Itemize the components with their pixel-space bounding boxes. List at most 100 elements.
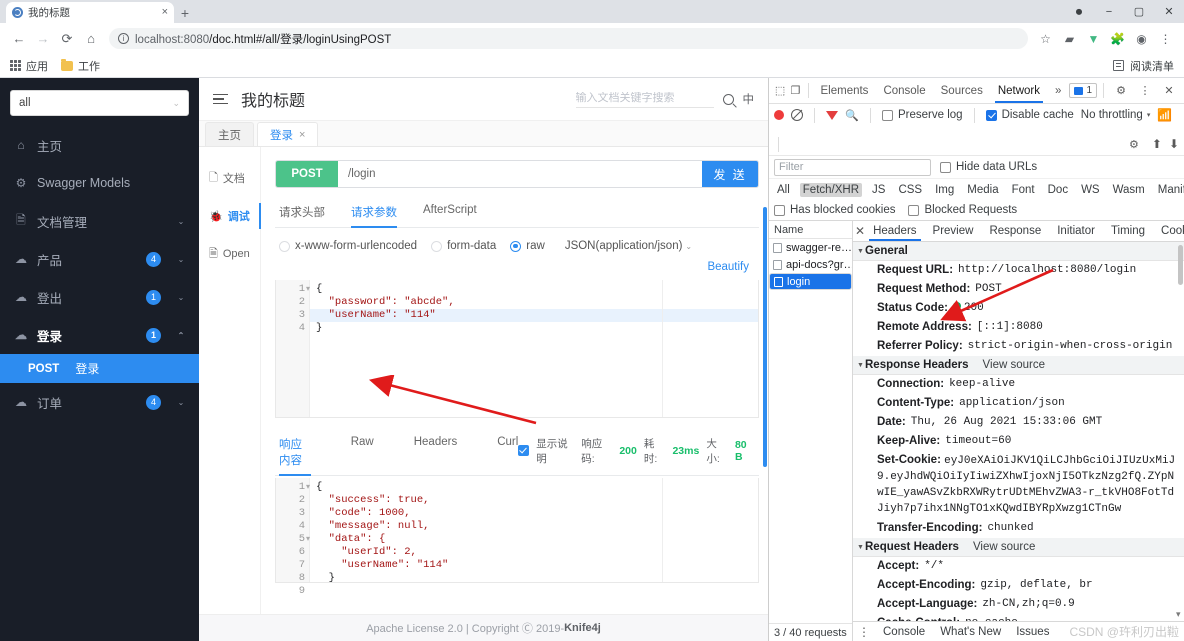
detail-close-icon[interactable]: ✕ xyxy=(855,224,865,238)
search-input[interactable] xyxy=(575,92,714,104)
tab-response-curl[interactable]: Curl xyxy=(497,430,518,475)
response-body-editor[interactable]: ▾ 1 2 3 4 ▾ 5 6 7 8 9 {"success": true,… xyxy=(275,478,759,597)
filter-funnel-icon[interactable] xyxy=(826,110,838,120)
scroll-down-icon[interactable]: ▾ xyxy=(1176,609,1181,620)
type-filter-wasm[interactable]: Wasm xyxy=(1110,183,1148,197)
type-filter-js[interactable]: JS xyxy=(869,183,888,197)
radio-urlencoded[interactable]: x-www-form-urlencoded xyxy=(279,240,417,252)
tab-cookies[interactable]: Cookies xyxy=(1153,221,1184,241)
request-code[interactable]: { "password": "abcde", "userName": "114"… xyxy=(310,280,758,417)
sidebar-item-doc-manage[interactable]: 🗎 文档管理 ⌄ xyxy=(0,202,199,240)
tab-elements[interactable]: Elements xyxy=(814,78,876,103)
request-path-input[interactable]: /login xyxy=(338,161,702,187)
network-conditions-icon[interactable]: 📶 xyxy=(1157,108,1172,122)
vue-devtools-icon[interactable]: ▼ xyxy=(1083,28,1104,49)
type-filter-manifest[interactable]: Manifest xyxy=(1155,183,1184,197)
devtools-menu-icon[interactable]: ⋮ xyxy=(1134,80,1156,102)
network-settings-gear-icon[interactable]: ⚙ xyxy=(1123,133,1145,155)
chrome-menu-icon[interactable]: ⋮ xyxy=(1155,28,1176,49)
type-filter-fetch-xhr[interactable]: Fetch/XHR xyxy=(799,182,863,197)
language-toggle[interactable]: 中 xyxy=(743,91,755,107)
headers-body[interactable]: ▼ General Request URL: http://localhost:8… xyxy=(853,242,1184,621)
detail-scrollbar-thumb[interactable] xyxy=(1178,245,1183,285)
browser-tab[interactable]: 我的标题 × xyxy=(6,2,174,23)
tab-login[interactable]: 登录 × xyxy=(257,122,319,146)
device-toolbar-icon[interactable]: ❐ xyxy=(788,80,802,102)
reading-list-button[interactable]: 阅读清单 xyxy=(1113,58,1174,74)
preserve-log-toggle[interactable]: Preserve log xyxy=(882,109,963,121)
view-source-link[interactable]: View source xyxy=(973,541,1035,553)
tab-timing[interactable]: Timing xyxy=(1103,221,1153,241)
back-icon[interactable]: ← xyxy=(8,28,30,50)
section-request-headers-header[interactable]: ▼ Request Headers View source xyxy=(853,538,1184,557)
list-item-selected[interactable]: login xyxy=(769,273,852,290)
maximize-button[interactable]: ▢ xyxy=(1124,0,1154,23)
tab-initiator[interactable]: Initiator xyxy=(1049,221,1103,241)
search-icon[interactable] xyxy=(722,93,734,105)
content-type-select[interactable]: JSON(application/json) ⌄ xyxy=(565,240,692,252)
tab-response-headers[interactable]: Headers xyxy=(414,430,457,475)
import-har-icon[interactable]: ⬆ xyxy=(1152,137,1162,151)
tab-response[interactable]: Response xyxy=(981,221,1049,241)
extensions-puzzle-icon[interactable]: 🧩 xyxy=(1107,28,1128,49)
record-icon[interactable] xyxy=(774,110,784,120)
tab-sources[interactable]: Sources xyxy=(934,78,990,103)
bookmark-star-icon[interactable]: ☆ xyxy=(1035,28,1056,49)
sidebar-item-home[interactable]: ⌂ 主页 xyxy=(0,126,199,164)
site-info-icon[interactable]: i xyxy=(118,33,129,44)
sidebar-item-login[interactable]: ☁ 登录 1 ⌃ xyxy=(0,316,199,354)
address-bar[interactable]: i localhost:8080/doc.html#/all/登录/loginU… xyxy=(109,28,1028,49)
drawer-tab-whats-new[interactable]: What's New xyxy=(938,624,1003,640)
message-count-badge[interactable]: 1 xyxy=(1069,83,1097,98)
tab-network[interactable]: Network xyxy=(991,78,1047,103)
sidebar-item-product[interactable]: ☁ 产品 4 ⌄ xyxy=(0,240,199,278)
response-code[interactable]: { "success": true, "code": 1000, "messag… xyxy=(310,478,758,582)
tab-close-icon[interactable]: × xyxy=(162,7,168,18)
radio-form-data[interactable]: form-data xyxy=(431,240,496,252)
type-filter-all[interactable]: All xyxy=(774,183,793,197)
page-scrollbar-thumb[interactable] xyxy=(763,207,767,467)
tab-response-content[interactable]: 响应内容 xyxy=(279,430,311,476)
sidebar-item-logout[interactable]: ☁ 登出 1 ⌄ xyxy=(0,278,199,316)
type-filter-ws[interactable]: WS xyxy=(1078,183,1103,197)
request-body-editor[interactable]: ▾ 1 2 3 4 { "password": "abcde", "userNam… xyxy=(275,280,759,418)
extension-dark-icon[interactable]: ▰ xyxy=(1059,28,1080,49)
list-item[interactable]: api-docs?gr… xyxy=(769,256,852,273)
search-icon[interactable]: 🔍 xyxy=(845,104,859,126)
rail-item-open[interactable]: 🗎 Open xyxy=(199,235,260,273)
profile-avatar-icon[interactable]: ◉ xyxy=(1131,28,1152,49)
view-source-link[interactable]: View source xyxy=(983,359,1045,371)
throttling-select[interactable]: No throttling ▾ xyxy=(1081,109,1151,121)
reload-icon[interactable]: ⟳ xyxy=(56,28,78,50)
drawer-tab-issues[interactable]: Issues xyxy=(1014,624,1051,640)
minimize-button[interactable]: − xyxy=(1094,0,1124,23)
close-icon[interactable]: × xyxy=(299,129,305,141)
sidebar-item-order[interactable]: ☁ 订单 4 ⌄ xyxy=(0,383,199,421)
profile-dot-icon[interactable]: ⏺ xyxy=(1064,0,1094,23)
rail-item-document[interactable]: 🗋 文档 xyxy=(199,159,260,197)
type-filter-img[interactable]: Img xyxy=(932,183,957,197)
section-response-headers-header[interactable]: ▼ Response Headers View source xyxy=(853,356,1184,375)
bookmark-work[interactable]: 工作 xyxy=(61,58,100,74)
more-tabs-icon[interactable]: » xyxy=(1048,78,1068,103)
tab-request-params[interactable]: 请求参数 xyxy=(351,198,397,228)
settings-gear-icon[interactable]: ⚙ xyxy=(1110,80,1132,102)
tab-response-raw[interactable]: Raw xyxy=(351,430,374,475)
menu-collapse-icon[interactable] xyxy=(213,93,228,105)
type-filter-css[interactable]: CSS xyxy=(895,183,925,197)
clear-network-icon[interactable] xyxy=(791,109,803,121)
drawer-menu-icon[interactable]: ⋮ xyxy=(858,625,870,639)
bookmark-apps[interactable]: 应用 xyxy=(10,58,48,74)
hide-data-urls-toggle[interactable]: Hide data URLs xyxy=(940,161,1037,173)
blocked-requests-toggle[interactable]: Blocked Requests xyxy=(908,204,1017,216)
send-button[interactable]: 发 送 xyxy=(702,161,758,187)
show-desc-checkbox[interactable] xyxy=(518,445,530,456)
disable-cache-toggle[interactable]: Disable cache xyxy=(985,109,1074,121)
type-filter-doc[interactable]: Doc xyxy=(1045,183,1071,197)
beautify-button[interactable]: Beautify xyxy=(275,261,759,273)
has-blocked-cookies-toggle[interactable]: Has blocked cookies xyxy=(774,204,895,216)
list-item[interactable]: swagger-re… xyxy=(769,239,852,256)
tab-headers[interactable]: Headers xyxy=(865,221,924,241)
drawer-tab-console[interactable]: Console xyxy=(881,624,928,641)
tab-afterscript[interactable]: AfterScript xyxy=(423,198,477,227)
